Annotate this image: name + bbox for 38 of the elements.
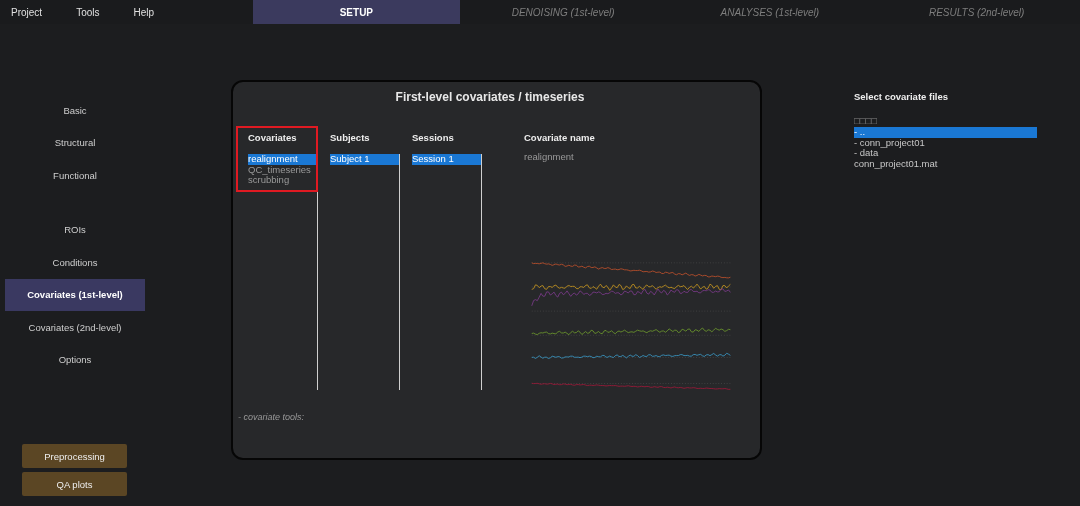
sidebar-item[interactable]: Covariates (1st-level) xyxy=(5,278,145,311)
section-title: Select covariate files xyxy=(854,91,949,102)
panel-title: First-level covariates / timeseries xyxy=(394,90,586,104)
list-box[interactable]: Session 1 xyxy=(412,154,482,390)
column-heading: Subjects xyxy=(330,131,371,145)
list-box[interactable]: realignment QC_timeseries scrubbing xyxy=(248,154,318,390)
covariate-name: realignment xyxy=(524,151,575,163)
list-item[interactable]: scrubbing xyxy=(248,175,317,186)
file-item[interactable]: conn_project01.mat xyxy=(854,158,1037,169)
file-item[interactable]: - .. xyxy=(854,127,1037,138)
column-heading: Covariates xyxy=(248,131,298,145)
file-item[interactable]: - data xyxy=(854,148,1037,159)
list-item[interactable]: Subject 1 xyxy=(330,154,399,165)
tab[interactable]: SETUP xyxy=(253,0,460,24)
sidebar-item[interactable]: Functional xyxy=(5,159,145,192)
footnote: - covariate tools: xyxy=(238,412,306,422)
list-item[interactable]: Session 1 xyxy=(412,154,481,165)
sidebar-item[interactable]: Structural xyxy=(5,126,145,159)
list-item[interactable]: QC_timeseries xyxy=(248,164,317,175)
column-heading: Covariate name xyxy=(524,131,596,145)
action-button[interactable]: QA plots xyxy=(22,472,127,496)
column-heading: Sessions xyxy=(412,131,455,145)
tab[interactable]: ANALYSES (1st-level) xyxy=(666,0,874,24)
filter-field[interactable]: □□□□ xyxy=(854,115,1054,127)
file-item[interactable]: - conn_project01 xyxy=(854,137,1037,148)
sidebar-item[interactable]: Options xyxy=(5,343,145,376)
sidebar-item[interactable]: Conditions xyxy=(5,246,145,279)
tab[interactable]: DENOISING (1st-level) xyxy=(459,0,667,24)
action-button[interactable]: Preprocessing xyxy=(22,444,127,468)
list-item[interactable]: realignment xyxy=(248,154,317,165)
menu-item[interactable]: Help xyxy=(133,6,169,18)
menu-item[interactable]: Project xyxy=(11,6,57,18)
menu-item[interactable]: Tools xyxy=(76,6,114,18)
tab[interactable]: RESULTS (2nd-level) xyxy=(873,0,1080,24)
sidebar-item[interactable]: Basic xyxy=(5,94,145,127)
sidebar-item[interactable]: ROIs xyxy=(5,213,145,246)
list-box[interactable]: Subject 1 xyxy=(330,154,400,390)
sidebar-item[interactable]: Covariates (2nd-level) xyxy=(5,311,145,344)
